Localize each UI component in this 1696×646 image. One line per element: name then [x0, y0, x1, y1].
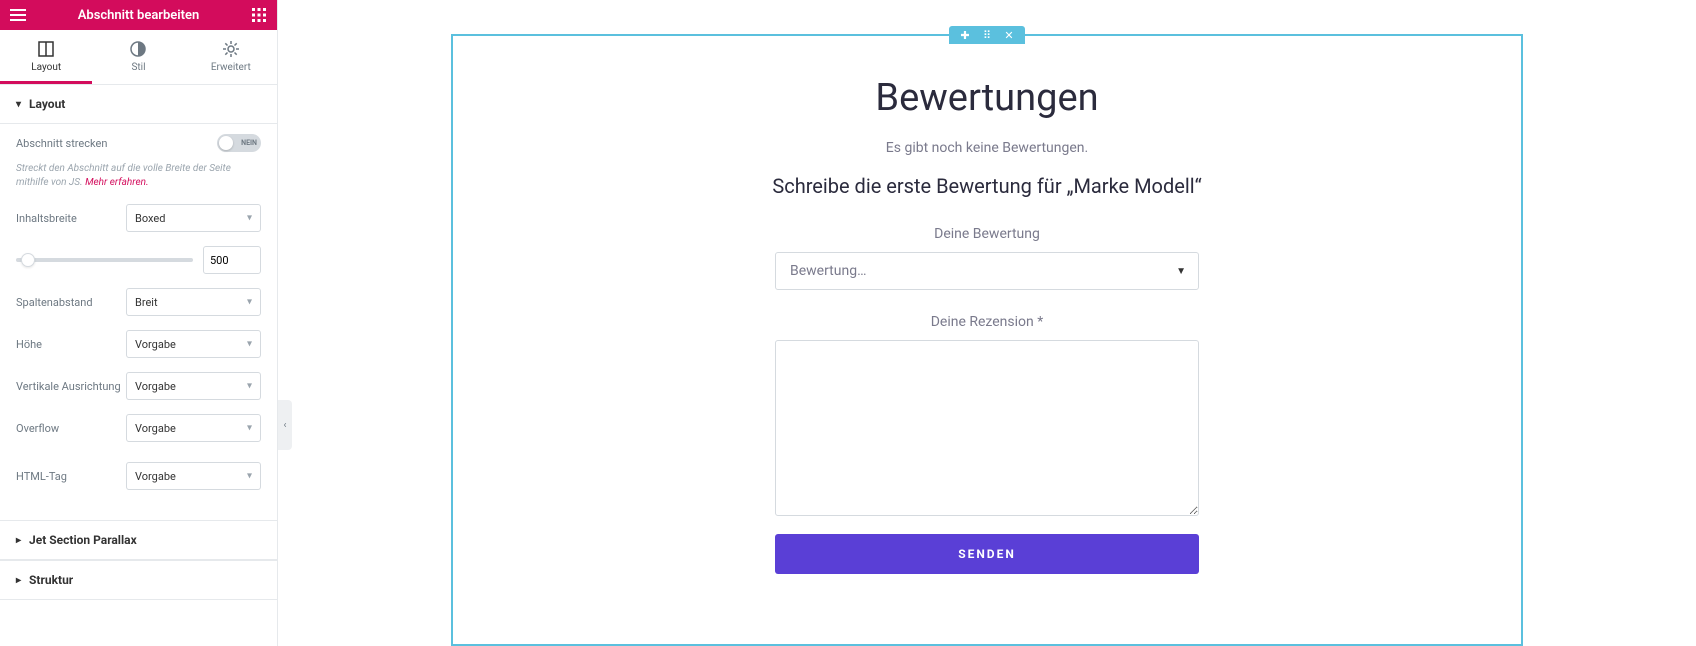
reviews-heading: Bewertungen	[483, 76, 1491, 120]
reviews-widget: Bewertungen Es gibt noch keine Bewertung…	[483, 76, 1491, 574]
tab-layout-label: Layout	[31, 62, 61, 73]
preview-canvas: ✚ ⠿ ✕ Bewertungen Es gibt noch keine Bew…	[278, 0, 1696, 646]
rating-select[interactable]: Bewertung… ▼	[775, 252, 1199, 290]
review-textarea[interactable]	[775, 340, 1199, 516]
chevron-down-icon: ▾	[247, 213, 252, 224]
layout-controls: Abschnitt strecken NEIN Streckt den Absc…	[0, 124, 277, 520]
drag-handle-icon[interactable]: ⠿	[981, 29, 993, 42]
chevron-down-icon: ▾	[247, 339, 252, 350]
section-structure-header[interactable]: ▸ Struktur	[0, 560, 277, 600]
html-tag-label: HTML-Tag	[16, 470, 126, 483]
section-structure-label: Struktur	[29, 573, 73, 587]
chevron-down-icon: ▾	[247, 297, 252, 308]
section-parallax-header[interactable]: ▸ Jet Section Parallax	[0, 520, 277, 560]
chevron-down-icon: ▾	[247, 423, 252, 434]
toggle-off-label: NEIN	[241, 139, 257, 147]
sidebar-title: Abschnitt bearbeiten	[28, 8, 249, 23]
stretch-toggle[interactable]: NEIN	[217, 134, 261, 152]
overflow-value: Vorgabe	[135, 422, 176, 435]
stretch-learn-more-link[interactable]: Mehr erfahren.	[85, 177, 148, 188]
width-slider[interactable]	[16, 258, 193, 262]
column-gap-label: Spaltenabstand	[16, 296, 126, 309]
chevron-down-icon: ▾	[247, 471, 252, 482]
rating-field-label: Deine Bewertung	[483, 226, 1491, 242]
caret-right-icon: ▸	[16, 575, 21, 586]
section-toolbar: ✚ ⠿ ✕	[949, 26, 1025, 44]
tab-style-label: Stil	[131, 62, 145, 73]
content-width-value: Boxed	[135, 212, 165, 225]
close-icon[interactable]: ✕	[1003, 29, 1015, 42]
rating-select-placeholder: Bewertung…	[790, 263, 866, 279]
content-width-select[interactable]: Boxed ▾	[126, 204, 261, 232]
plus-icon[interactable]: ✚	[959, 29, 971, 42]
editor-sidebar: Abschnitt bearbeiten Layout Stil Erweite…	[0, 0, 278, 646]
html-tag-select[interactable]: Vorgabe ▾	[126, 462, 261, 490]
toggle-knob	[219, 136, 233, 150]
width-input[interactable]	[203, 246, 261, 274]
overflow-select[interactable]: Vorgabe ▾	[126, 414, 261, 442]
vertical-align-value: Vorgabe	[135, 380, 176, 393]
column-gap-select[interactable]: Breit ▾	[126, 288, 261, 316]
caret-right-icon: ▸	[16, 535, 21, 546]
caret-down-icon: ▾	[16, 99, 21, 110]
chevron-down-icon: ▾	[247, 381, 252, 392]
no-reviews-text: Es gibt noch keine Bewertungen.	[483, 140, 1491, 156]
dropdown-triangle-icon: ▼	[1176, 266, 1186, 277]
panel-tabs: Layout Stil Erweitert	[0, 30, 277, 85]
stretch-label: Abschnitt strecken	[16, 137, 126, 150]
section-layout-label: Layout	[29, 97, 65, 111]
content-width-label: Inhaltsbreite	[16, 212, 126, 225]
tab-layout[interactable]: Layout	[0, 30, 92, 84]
style-icon	[129, 40, 147, 58]
vertical-align-label: Vertikale Ausrichtung	[16, 380, 126, 393]
section-parallax-label: Jet Section Parallax	[29, 533, 137, 547]
hamburger-icon[interactable]	[8, 5, 28, 25]
layout-icon	[37, 40, 55, 58]
section-layout-header[interactable]: ▾ Layout	[0, 85, 277, 124]
html-tag-value: Vorgabe	[135, 470, 176, 483]
tab-advanced[interactable]: Erweitert	[185, 30, 277, 84]
height-value: Vorgabe	[135, 338, 176, 351]
column-gap-value: Breit	[135, 296, 158, 309]
write-first-text: Schreibe die erste Bewertung für „Marke …	[483, 174, 1491, 198]
tab-style[interactable]: Stil	[92, 30, 184, 84]
vertical-align-select[interactable]: Vorgabe ▾	[126, 372, 261, 400]
review-field-label: Deine Rezension *	[483, 314, 1491, 330]
height-select[interactable]: Vorgabe ▾	[126, 330, 261, 358]
height-label: Höhe	[16, 338, 126, 351]
submit-button[interactable]: SENDEN	[775, 534, 1199, 574]
tab-advanced-label: Erweitert	[211, 62, 251, 73]
apps-grid-icon[interactable]	[249, 5, 269, 25]
stretch-helper: Streckt den Abschnitt auf die volle Brei…	[16, 162, 261, 190]
selected-section[interactable]: ✚ ⠿ ✕ Bewertungen Es gibt noch keine Bew…	[451, 34, 1523, 646]
gear-icon	[222, 40, 240, 58]
overflow-label: Overflow	[16, 422, 126, 435]
sidebar-header: Abschnitt bearbeiten	[0, 0, 277, 30]
